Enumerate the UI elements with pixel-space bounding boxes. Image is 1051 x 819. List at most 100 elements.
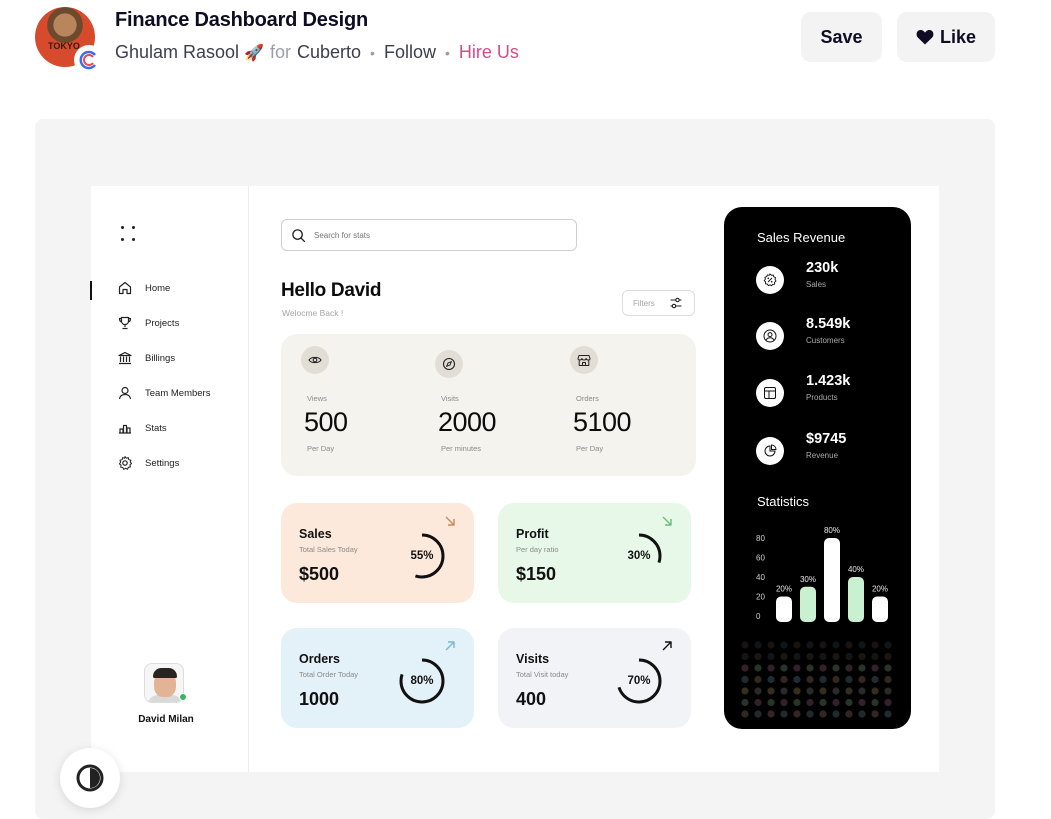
decor-dot	[767, 710, 775, 718]
decor-dot	[767, 641, 775, 649]
kpi-card-sales[interactable]: Sales Total Sales Today $500 55%	[281, 503, 474, 603]
kpi-card-orders[interactable]: Orders Total Order Today 1000 80%	[281, 628, 474, 728]
heart-icon	[916, 29, 934, 45]
decor-dot	[845, 664, 853, 672]
decor-dot	[780, 675, 788, 684]
decor-dot	[767, 652, 775, 661]
bar-data-label: 20%	[776, 585, 792, 594]
y-tick-label: 0	[756, 612, 761, 621]
decor-dot	[793, 687, 801, 695]
bar-data-label: 30%	[800, 575, 816, 584]
y-tick-label: 40	[756, 573, 765, 582]
decor-dot	[806, 675, 814, 684]
gear-icon	[118, 456, 132, 470]
decor-dot	[858, 698, 866, 707]
overview-stats-card: Views 500 Per Day Visits 2000 Per minute…	[281, 334, 696, 476]
decor-dot	[884, 664, 892, 672]
decor-dot	[780, 710, 788, 718]
sidebar-item-settings[interactable]: Settings	[117, 455, 179, 471]
decor-dot	[819, 675, 827, 684]
sidebar: Home Projects Billings Team Members Stat…	[90, 186, 249, 772]
decor-dot	[754, 698, 762, 707]
logo-dots-icon[interactable]	[119, 224, 139, 244]
decor-dot	[754, 641, 762, 649]
byline: Ghulam Rasool 🚀 for Cuberto • Follow • H…	[115, 42, 519, 63]
decor-dot	[845, 687, 853, 695]
theme-toggle-button[interactable]	[60, 748, 120, 808]
kpi-subtitle: Total Order Today	[299, 670, 359, 679]
chart-bar	[800, 586, 816, 622]
user-avatar[interactable]	[144, 663, 184, 703]
decor-dot	[819, 641, 827, 649]
team-name-link[interactable]: Cuberto	[297, 42, 361, 63]
save-button[interactable]: Save	[801, 12, 882, 62]
bar-data-label: 40%	[848, 565, 864, 574]
decor-dot	[832, 687, 840, 695]
revenue-value: 230k	[806, 260, 839, 276]
decor-dot	[793, 698, 801, 707]
stat-label: Orders	[576, 394, 599, 403]
decor-dot	[819, 710, 827, 718]
home-icon	[118, 281, 132, 295]
kpi-percent: 55%	[410, 550, 434, 562]
stat-views: Views 500 Per Day	[301, 346, 348, 453]
arrow-down-right-icon	[662, 516, 672, 526]
author-name-link[interactable]: Ghulam Rasool	[115, 42, 239, 63]
y-tick-label: 60	[756, 554, 765, 563]
decor-dot	[767, 664, 775, 672]
kpi-card-visits[interactable]: Visits Total Visit today 400 70%	[498, 628, 691, 728]
sales-revenue-panel: Sales Revenue 230k Sales 8.549k Customer…	[724, 207, 911, 729]
sidebar-item-projects[interactable]: Projects	[117, 315, 179, 331]
hire-us-link[interactable]: Hire Us	[459, 42, 519, 63]
decor-dot	[832, 641, 840, 649]
decor-dot	[884, 698, 892, 707]
decor-dot	[780, 698, 788, 707]
y-tick-label: 80	[756, 534, 765, 543]
team-badge[interactable]	[76, 47, 102, 73]
sidebar-item-stats[interactable]: Stats	[117, 420, 167, 436]
decor-dot	[793, 675, 801, 684]
decor-dot	[858, 675, 866, 684]
revenue-label: Customers	[806, 336, 845, 345]
kpi-subtitle: Per day ratio	[516, 545, 559, 554]
sidebar-item-label: Projects	[145, 317, 180, 329]
decor-dot	[741, 652, 749, 661]
bar-data-label: 20%	[872, 585, 888, 594]
sidebar-item-label: Stats	[145, 422, 167, 434]
decor-dot	[819, 652, 827, 661]
kpi-subtitle: Total Sales Today	[299, 545, 358, 554]
sidebar-item-home[interactable]: Home	[117, 280, 170, 296]
arrow-up-right-icon	[662, 641, 672, 651]
decor-dot	[806, 710, 814, 718]
kpi-percent: 80%	[410, 675, 434, 687]
stat-value: 5100	[573, 407, 632, 437]
decor-dot	[754, 710, 762, 718]
kpi-value: 400	[516, 689, 547, 709]
decor-dot	[741, 664, 749, 672]
decor-dot	[884, 675, 892, 684]
decor-dot	[754, 687, 762, 695]
sidebar-item-team-members[interactable]: Team Members	[117, 385, 210, 401]
decor-dot	[793, 710, 801, 718]
sidebar-item-label: Settings	[145, 457, 180, 469]
arrow-down-right-icon	[445, 516, 455, 526]
decor-dot	[806, 664, 814, 672]
filters-button[interactable]: Filters	[622, 290, 695, 316]
decor-dot	[871, 641, 879, 649]
decor-dot	[845, 710, 853, 718]
sidebar-item-billings[interactable]: Billings	[117, 350, 175, 366]
search-input[interactable]	[314, 230, 554, 240]
search-bar[interactable]	[281, 219, 577, 251]
follow-link[interactable]: Follow	[384, 42, 436, 63]
decor-dot	[832, 664, 840, 672]
stat-value: 500	[304, 407, 348, 437]
kpi-card-profit[interactable]: Profit Per day ratio $150 30%	[498, 503, 691, 603]
contrast-icon	[76, 764, 104, 792]
dashboard: Home Projects Billings Team Members Stat…	[90, 186, 939, 772]
chart-bar	[824, 538, 840, 622]
arrow-path	[445, 516, 455, 526]
decor-dot	[871, 687, 879, 695]
compass-icon	[435, 350, 463, 378]
y-tick-label: 20	[756, 593, 765, 602]
like-button[interactable]: Like	[897, 12, 995, 62]
